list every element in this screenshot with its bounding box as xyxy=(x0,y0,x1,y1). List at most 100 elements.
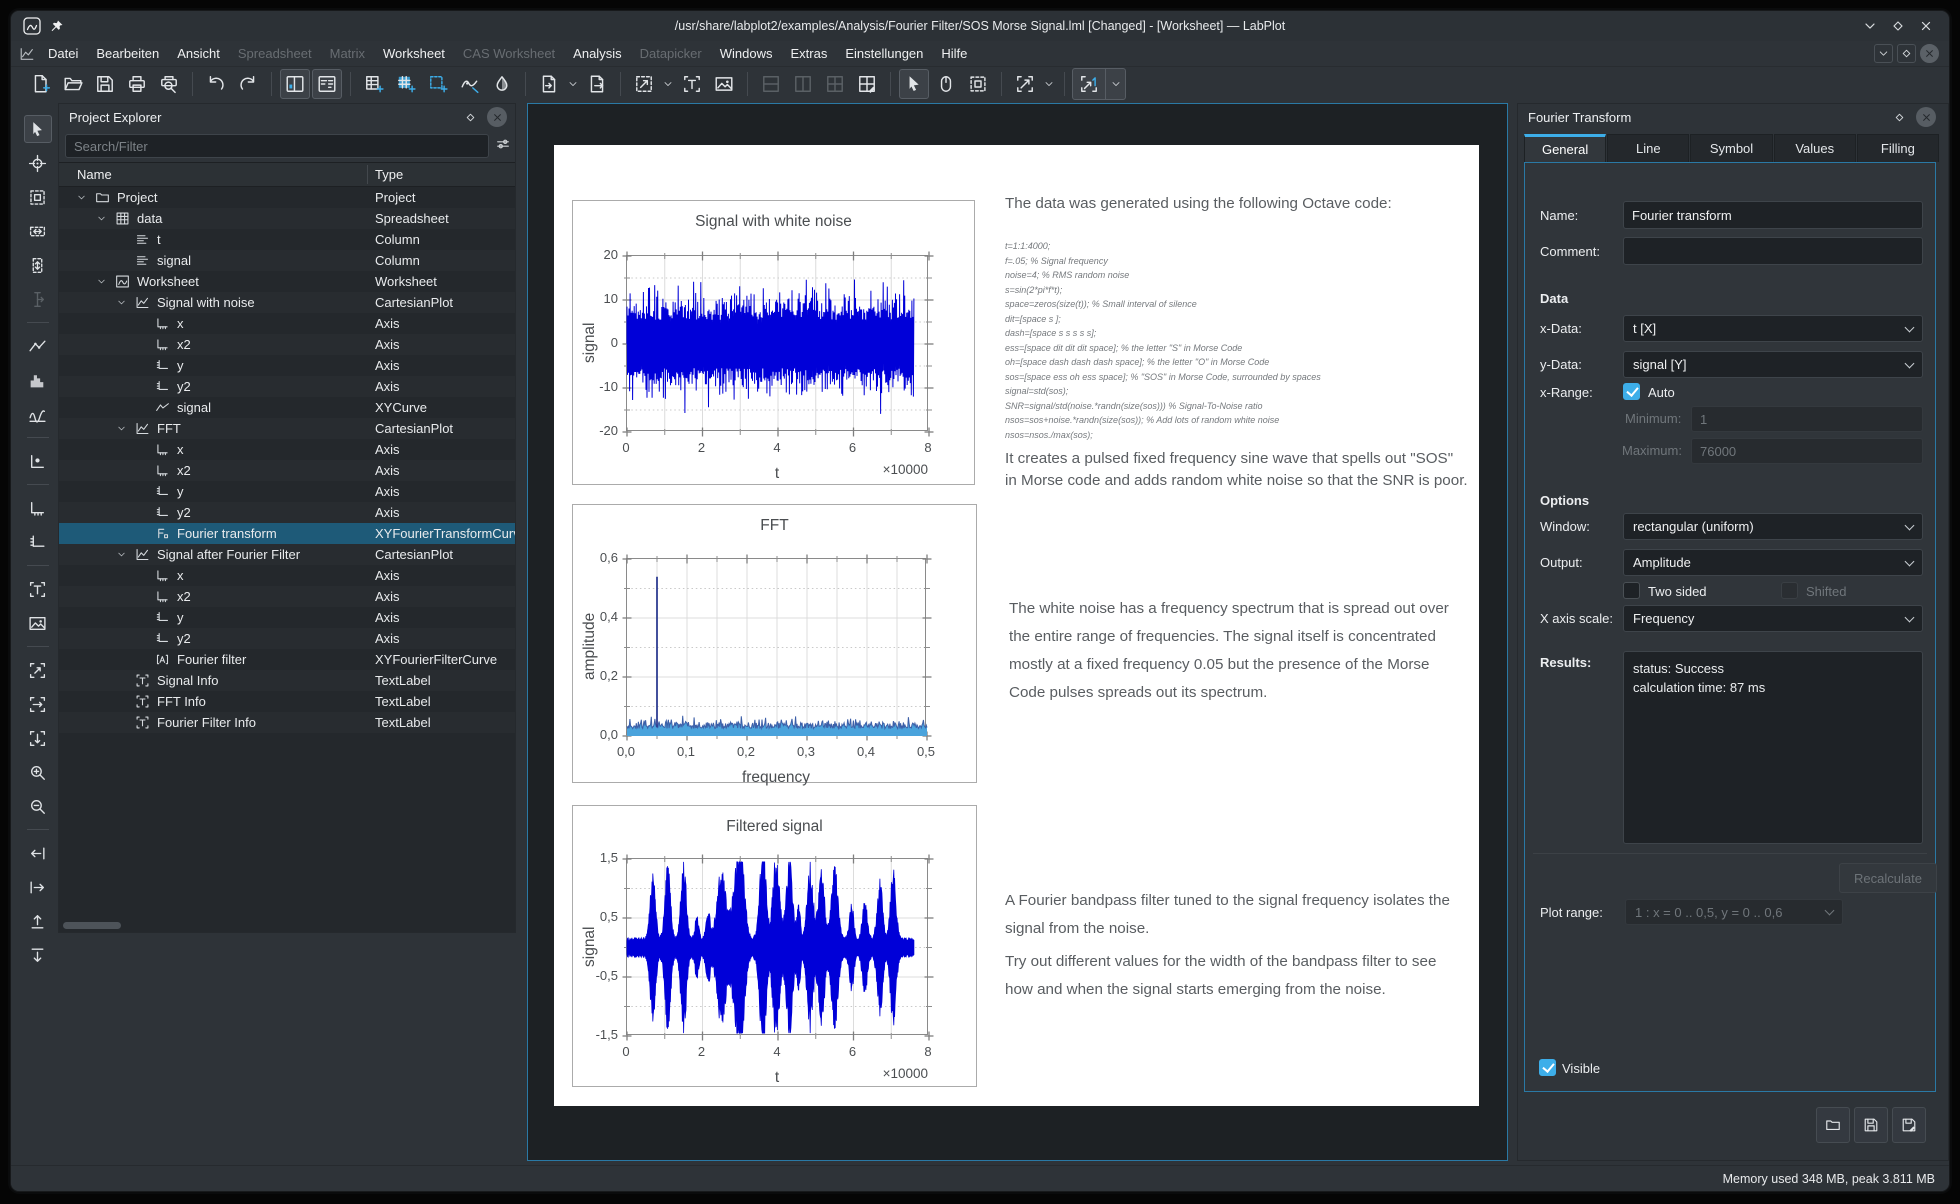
expander-chevron-icon[interactable] xyxy=(96,276,108,288)
toggle-project-explorer-button[interactable] xyxy=(280,69,310,99)
horizontal-scrollbar[interactable] xyxy=(59,921,515,930)
add-horizontal-axis-button[interactable] xyxy=(24,494,52,522)
new-matrix-button[interactable] xyxy=(391,69,421,99)
tree-row-fourier-filter[interactable]: Fourier filterXYFourierFilterCurve xyxy=(59,649,515,670)
scale-auto-x-button[interactable] xyxy=(24,690,52,718)
tab-general[interactable]: General xyxy=(1524,134,1606,162)
plot-signal-with-noise[interactable]: Signal with white noise20100-10-2002468s… xyxy=(572,200,975,485)
toggle-properties-explorer-button[interactable] xyxy=(312,69,342,99)
tree-row-y2[interactable]: y2Axis xyxy=(59,628,515,649)
new-spreadsheet-button[interactable] xyxy=(359,69,389,99)
scale-auto-button[interactable] xyxy=(24,656,52,684)
menu-spreadsheet[interactable]: Spreadsheet xyxy=(229,41,321,67)
column-header-type[interactable]: Type xyxy=(367,167,403,182)
menu-cas-worksheet[interactable]: CAS Worksheet xyxy=(454,41,564,67)
menu-matrix[interactable]: Matrix xyxy=(321,41,374,67)
document-open-button[interactable] xyxy=(58,69,88,99)
select-mode-button[interactable] xyxy=(24,115,52,143)
import-data-button[interactable] xyxy=(534,69,564,99)
project-explorer-header[interactable]: Project Explorer xyxy=(59,104,515,130)
plot-filtered-signal[interactable]: Filtered signal1,50,5-0,5-1,502468signal… xyxy=(572,805,977,1087)
x-axis-scale-select[interactable]: Frequency xyxy=(1623,605,1923,632)
zoom-select-mode-button[interactable] xyxy=(963,69,993,99)
zoom-fit-button[interactable] xyxy=(1010,69,1040,99)
document-save-button[interactable] xyxy=(90,69,120,99)
name-field[interactable] xyxy=(1623,201,1923,229)
navigate-mode-button[interactable] xyxy=(931,69,961,99)
tree-row-fourier-transform[interactable]: Fourier transformXYFourierTransformCurve xyxy=(59,523,515,544)
zoom-select-button[interactable] xyxy=(629,69,659,99)
tree-row-data[interactable]: dataSpreadsheet xyxy=(59,208,515,229)
expander-chevron-icon[interactable] xyxy=(116,549,128,561)
crosshair-mode-button[interactable] xyxy=(24,149,52,177)
menu-worksheet[interactable]: Worksheet xyxy=(374,41,454,67)
expander-chevron-icon[interactable] xyxy=(116,297,128,309)
tree-row-project[interactable]: ProjectProject xyxy=(59,187,515,208)
tree-row-fft-info[interactable]: FFT InfoTextLabel xyxy=(59,691,515,712)
worksheet-view[interactable]: The data was generated using the followi… xyxy=(527,103,1508,1161)
scale-auto-y-button[interactable] xyxy=(24,724,52,752)
edit-undo-button[interactable] xyxy=(201,69,231,99)
properties-header[interactable]: Fourier Transform xyxy=(1518,104,1948,130)
add-image-button[interactable] xyxy=(709,69,739,99)
recalculate-button[interactable]: Recalculate xyxy=(1839,863,1937,893)
zoom-original-dropdown-button[interactable] xyxy=(1105,69,1125,99)
tree-row-signal[interactable]: signalXYCurve xyxy=(59,397,515,418)
window-select[interactable]: rectangular (uniform) xyxy=(1623,513,1923,540)
export-data-button[interactable] xyxy=(582,69,612,99)
tree-row-x2[interactable]: x2Axis xyxy=(59,460,515,481)
column-divider[interactable] xyxy=(367,165,368,184)
layout-edit-button[interactable] xyxy=(852,69,882,99)
filter-settings-icon[interactable] xyxy=(495,136,511,152)
two-sided-checkbox[interactable] xyxy=(1623,582,1640,599)
tree-row-x2[interactable]: x2Axis xyxy=(59,586,515,607)
subwindow-restore-button[interactable] xyxy=(1897,44,1916,63)
color-manager-button[interactable] xyxy=(487,69,517,99)
plot-fft[interactable]: FFT0,00,20,40,60,00,10,20,30,40,5amplitu… xyxy=(572,504,977,783)
zoom-original-button[interactable] xyxy=(1074,69,1104,99)
tree-row-x[interactable]: xAxis xyxy=(59,439,515,460)
layout-horizontal-button[interactable] xyxy=(788,69,818,99)
zoom-out-button[interactable] xyxy=(24,792,52,820)
menu-windows[interactable]: Windows xyxy=(711,41,782,67)
print-preview-button[interactable] xyxy=(154,69,184,99)
tree-row-x[interactable]: xAxis xyxy=(59,313,515,334)
shift-left-x-button[interactable] xyxy=(24,839,52,867)
tree-row-y[interactable]: yAxis xyxy=(59,481,515,502)
save-config-button[interactable] xyxy=(1854,1107,1888,1143)
scrollbar-slider[interactable] xyxy=(63,922,121,929)
tree-column-headers[interactable]: Name Type xyxy=(59,163,515,187)
subwindow-minimize-button[interactable] xyxy=(1874,44,1893,63)
zoom-in-button[interactable] xyxy=(24,758,52,786)
minimum-field[interactable] xyxy=(1691,406,1923,432)
add-image-button[interactable] xyxy=(24,609,52,637)
y-data-select[interactable]: signal [Y] xyxy=(1623,351,1923,378)
tab-values[interactable]: Values xyxy=(1774,134,1856,162)
add-text-label-button[interactable] xyxy=(677,69,707,99)
menu-analysis[interactable]: Analysis xyxy=(564,41,630,67)
dock-float-icon[interactable] xyxy=(1890,108,1908,126)
add-custom-point-button[interactable] xyxy=(24,447,52,475)
fft-info-label[interactable]: The white noise has a frequency spectrum… xyxy=(1009,595,1499,707)
shift-down-y-button[interactable] xyxy=(24,941,52,969)
signal-info-label[interactable]: It creates a pulsed fixed frequency sine… xyxy=(1005,448,1495,493)
tree-row-x[interactable]: xAxis xyxy=(59,565,515,586)
shift-up-y-button[interactable] xyxy=(24,907,52,935)
menu-bearbeiten[interactable]: Bearbeiten xyxy=(87,41,168,67)
menu-datapicker[interactable]: Datapicker xyxy=(631,41,711,67)
tree-row-t[interactable]: tColumn xyxy=(59,229,515,250)
menu-extras[interactable]: Extras xyxy=(781,41,836,67)
dock-float-icon[interactable] xyxy=(461,108,479,126)
fourier-filter-hint-label[interactable]: Try out different values for the width o… xyxy=(1005,948,1495,1004)
shift-right-x-button[interactable] xyxy=(24,873,52,901)
close-button[interactable] xyxy=(1917,17,1935,35)
menu-hilfe[interactable]: Hilfe xyxy=(932,41,976,67)
dock-close-icon[interactable] xyxy=(1916,107,1936,127)
tree-row-x2[interactable]: x2Axis xyxy=(59,334,515,355)
comment-field[interactable] xyxy=(1623,237,1923,265)
search-input[interactable] xyxy=(65,134,489,158)
x-data-select[interactable]: t [X] xyxy=(1623,315,1923,342)
expander-chevron-icon[interactable] xyxy=(96,213,108,225)
tab-line[interactable]: Line xyxy=(1607,134,1689,162)
document-new-button[interactable] xyxy=(26,69,56,99)
